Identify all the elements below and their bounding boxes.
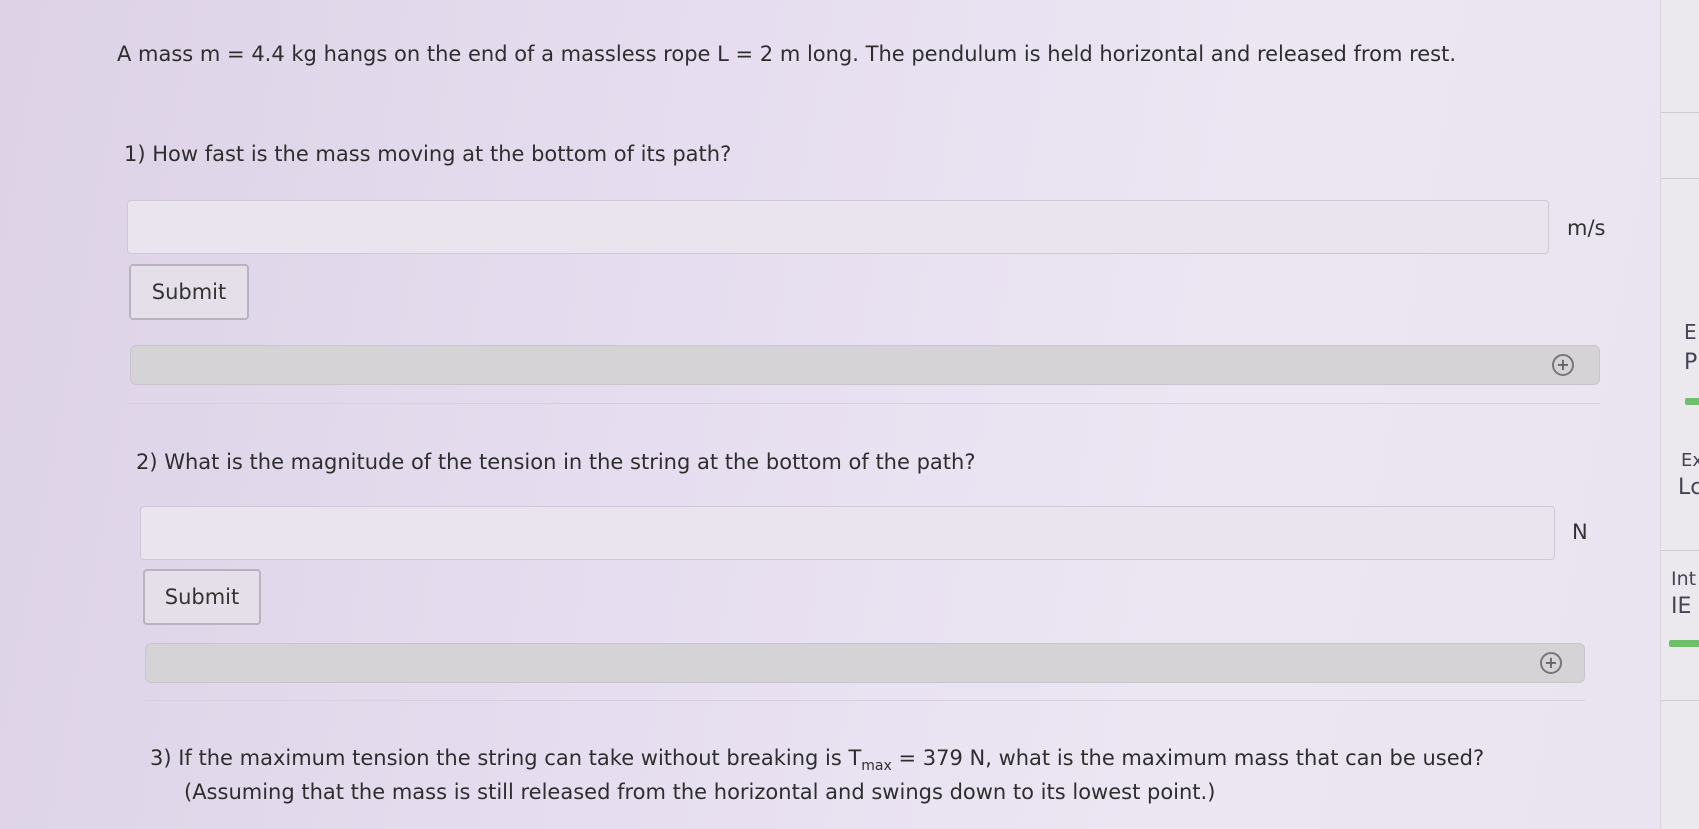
sidebar-progress-bar [1669,640,1699,647]
question-1-hint-bar[interactable]: + [130,345,1600,385]
question-2-answer-input[interactable] [140,506,1555,560]
question-3-prompt-prefix: 3) If the maximum tension the string can… [150,746,862,770]
question-1-unit: m/s [1567,216,1606,240]
sidebar-fragment: IE [1671,594,1692,619]
expand-plus-icon[interactable]: + [1540,652,1562,674]
sidebar-divider [1661,112,1699,113]
question-1-prompt: 1) How fast is the mass moving at the bo… [124,142,732,166]
sidebar-divider [1661,700,1699,701]
sidebar-progress-bar [1685,398,1699,405]
question-3-prompt-line2: (Assuming that the mass is still release… [184,780,1216,804]
sidebar-fragment: P [1684,350,1698,375]
problem-page: A mass m = 4.4 kg hangs on the end of a … [0,0,1699,829]
sidebar-divider [1661,550,1699,551]
right-sidebar: E P Ex Lc Int IE [1660,0,1699,829]
section-divider [130,403,1600,404]
sidebar-divider [1661,178,1699,179]
question-3-prompt: 3) If the maximum tension the string can… [150,744,1484,780]
question-2-hint-bar[interactable]: + [145,643,1585,683]
question-2-submit-button[interactable]: Submit [143,569,261,625]
sidebar-fragment: E [1684,320,1697,344]
question-1-answer-input[interactable] [127,200,1549,254]
question-3-prompt-suffix: = 379 N, what is the maximum mass that c… [891,746,1485,770]
problem-intro: A mass m = 4.4 kg hangs on the end of a … [117,42,1457,66]
tmax-subscript: max [861,758,892,775]
question-2-unit: N [1572,520,1588,544]
expand-plus-icon[interactable]: + [1552,354,1574,376]
sidebar-fragment: Lc [1678,475,1699,500]
sidebar-fragment: Ex [1681,450,1699,471]
question-1-submit-button[interactable]: Submit [129,264,249,320]
section-divider [145,700,1585,701]
sidebar-fragment: Int [1671,568,1697,590]
question-2-prompt: 2) What is the magnitude of the tension … [136,450,976,474]
